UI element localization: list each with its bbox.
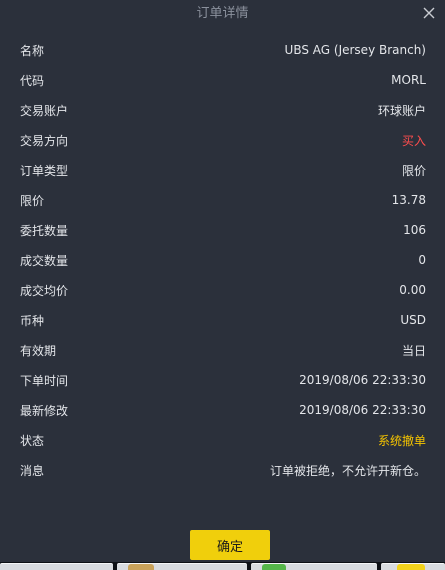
row-account: 交易账户 环球账户: [0, 95, 445, 125]
row-label: 交易方向: [20, 133, 69, 148]
row-filled-quantity: 成交数量 0: [0, 245, 445, 275]
row-label: 成交数量: [20, 253, 69, 268]
row-label: 代码: [20, 73, 45, 88]
order-quantity-value: 106: [403, 223, 426, 237]
row-label: 订单类型: [20, 163, 69, 178]
row-label: 委托数量: [20, 223, 69, 238]
filled-quantity-value: 0: [418, 253, 426, 267]
limit-price-value: 13.78: [391, 193, 426, 207]
row-order-type: 订单类型 限价: [0, 155, 445, 185]
row-code: 代码 MORL: [0, 65, 445, 95]
dialog-titlebar: 订单详情: [0, 0, 445, 28]
order-details-dialog: 订单详情 名称 UBS AG (Jersey Branch) 代码 MORL 交…: [0, 0, 445, 562]
app-icon: [128, 564, 154, 570]
row-status: 状态 系统撤单: [0, 425, 445, 455]
symbol-value: MORL: [391, 73, 426, 87]
close-icon[interactable]: [421, 5, 437, 21]
row-label: 状态: [20, 433, 45, 448]
order-detail-list: 名称 UBS AG (Jersey Branch) 代码 MORL 交易账户 环…: [0, 35, 445, 485]
row-label: 有效期: [20, 343, 57, 358]
confirm-button[interactable]: 确定: [190, 530, 270, 560]
row-label: 名称: [20, 43, 45, 58]
taskbar-item[interactable]: [0, 563, 113, 570]
instrument-name-value: UBS AG (Jersey Branch): [284, 43, 426, 57]
dialog-title: 订单详情: [196, 6, 249, 21]
row-direction: 交易方向 买入: [0, 125, 445, 155]
status-value: 系统撤单: [377, 433, 426, 448]
row-limit-price: 限价 13.78: [0, 185, 445, 215]
row-label: 交易账户: [20, 103, 69, 118]
order-type-value: 限价: [401, 163, 426, 178]
currency-value: USD: [400, 313, 426, 327]
taskbar: [0, 562, 445, 570]
average-price-value: 0.00: [399, 283, 426, 297]
validity-value: 当日: [401, 343, 426, 358]
app-icon: [397, 564, 425, 570]
row-order-quantity: 委托数量 106: [0, 215, 445, 245]
row-validity: 有效期 当日: [0, 335, 445, 365]
account-value: 环球账户: [377, 103, 426, 118]
row-label: 下单时间: [20, 373, 69, 388]
row-label: 币种: [20, 313, 45, 328]
row-label: 最新修改: [20, 403, 69, 418]
last-modified-value: 2019/08/06 22:33:30: [299, 403, 426, 417]
row-label: 成交均价: [20, 283, 69, 298]
message-value: 订单被拒绝，不允许开新仓。: [269, 463, 426, 478]
row-last-modified: 最新修改 2019/08/06 22:33:30: [0, 395, 445, 425]
row-name: 名称 UBS AG (Jersey Branch): [0, 35, 445, 65]
direction-value: 买入: [401, 133, 426, 148]
row-currency: 币种 USD: [0, 305, 445, 335]
row-order-time: 下单时间 2019/08/06 22:33:30: [0, 365, 445, 395]
row-average-price: 成交均价 0.00: [0, 275, 445, 305]
row-label: 消息: [20, 463, 45, 478]
order-time-value: 2019/08/06 22:33:30: [299, 373, 426, 387]
row-label: 限价: [20, 193, 45, 208]
app-icon: [262, 564, 286, 570]
row-message: 消息 订单被拒绝，不允许开新仓。: [0, 455, 445, 485]
